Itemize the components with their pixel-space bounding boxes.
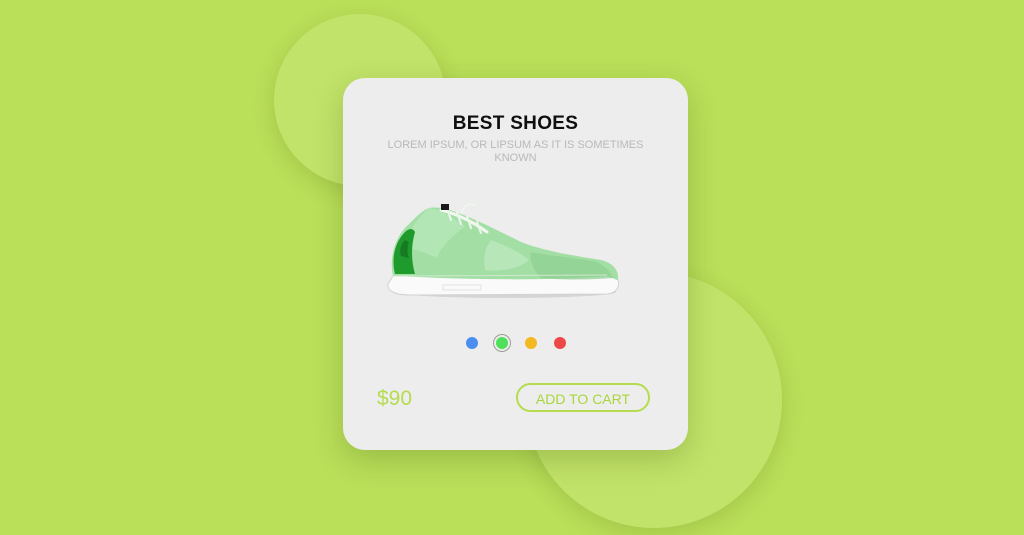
add-to-cart-button[interactable]: ADD TO CART bbox=[516, 383, 650, 412]
color-option-yellow[interactable] bbox=[525, 337, 537, 349]
product-title: BEST SHOES bbox=[452, 113, 579, 134]
color-option-green[interactable] bbox=[496, 337, 508, 349]
product-price: $90 bbox=[377, 387, 413, 410]
product-subtitle: LOREM IPSUM, OR LIPSUM AS IT IS SOMETIME… bbox=[387, 139, 644, 164]
product-card: BEST SHOES LOREM IPSUM, OR LIPSUM AS IT … bbox=[343, 78, 688, 450]
shoe-image bbox=[387, 203, 620, 298]
color-option-red[interactable] bbox=[554, 337, 566, 349]
color-option-blue[interactable] bbox=[466, 337, 478, 349]
color-options bbox=[458, 333, 574, 353]
